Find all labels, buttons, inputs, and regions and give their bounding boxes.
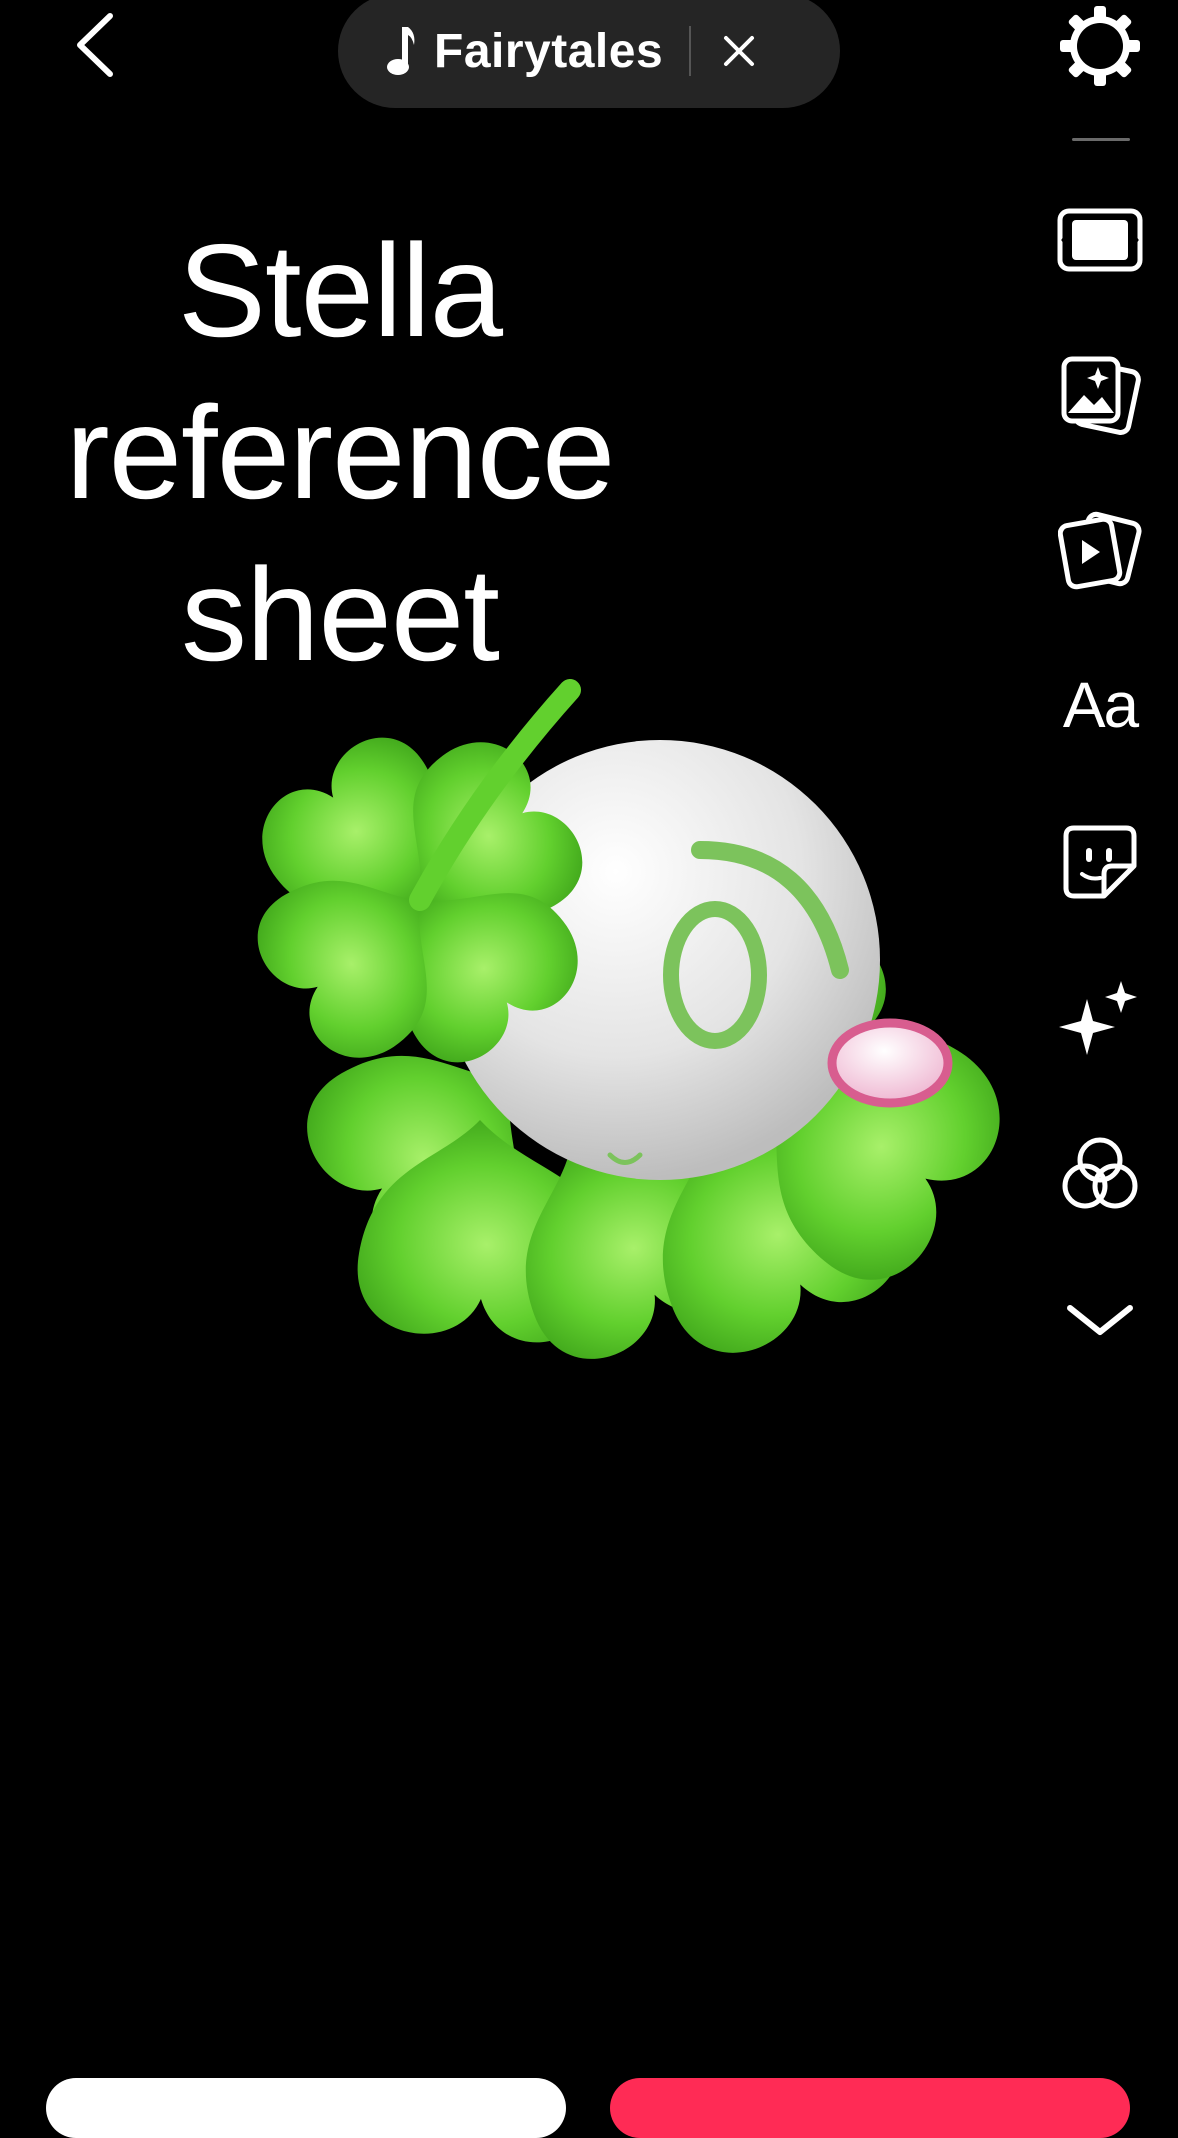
headline-line-2: reference [65,379,616,526]
photo-sticker-icon [1061,356,1141,435]
close-icon [724,36,755,66]
back-button[interactable] [62,8,126,82]
pill-divider [689,26,692,76]
aspect-ratio-button[interactable] [1052,200,1148,280]
photo-sticker-button[interactable] [1052,350,1148,440]
music-note-icon [384,25,418,77]
music-title: Fairytales [434,24,664,78]
bottom-primary-button[interactable] [610,2078,1130,2138]
headline-line-1: Stella [177,217,503,364]
character-cheek [827,1018,953,1108]
video-sticker-icon [1058,511,1142,590]
video-sticker-button[interactable] [1052,505,1148,595]
gear-icon [1060,6,1140,86]
music-selector[interactable]: Fairytales [338,0,840,108]
headline-text[interactable]: Stella reference sheet [20,210,660,696]
toolbar-divider [1072,138,1130,141]
remove-music-button[interactable] [717,29,761,73]
clover-character-sticker[interactable] [150,650,1080,1450]
bottom-secondary-button[interactable] [46,2078,566,2138]
settings-button[interactable] [1052,0,1148,92]
aspect-ratio-icon [1057,208,1143,272]
chevron-left-icon [77,13,113,77]
